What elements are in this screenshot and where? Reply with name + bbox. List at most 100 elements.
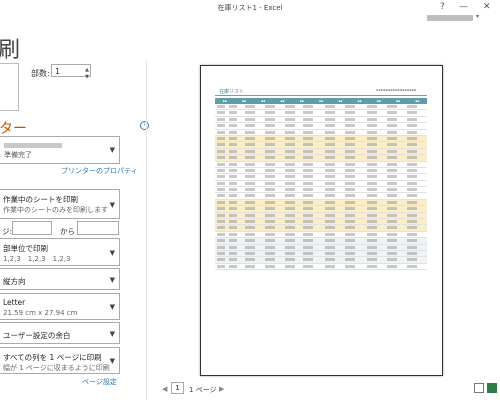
sheet-cell bbox=[407, 162, 417, 166]
help-button[interactable]: ? bbox=[440, 2, 445, 12]
sheet-cell bbox=[217, 232, 225, 236]
sheet-cell bbox=[345, 226, 355, 230]
sheet-cell bbox=[407, 188, 417, 192]
sheet-cell bbox=[387, 245, 397, 249]
sheet-cell bbox=[265, 258, 275, 262]
sheet-cell bbox=[303, 232, 313, 236]
sheet-cell bbox=[367, 200, 377, 204]
sheet-cell bbox=[303, 168, 313, 172]
sheet-cell bbox=[303, 251, 313, 255]
sheet-cell bbox=[345, 188, 355, 192]
sheet-cell bbox=[387, 105, 397, 108]
sheet-cell bbox=[303, 117, 313, 121]
sheet-cell bbox=[217, 130, 225, 134]
sheet-cell bbox=[217, 226, 225, 230]
sheet-cell bbox=[387, 111, 397, 115]
sheet-cell bbox=[229, 251, 237, 255]
sheet-cell bbox=[245, 143, 255, 147]
sheet-cell bbox=[325, 194, 335, 198]
sheet-cell bbox=[217, 264, 225, 268]
sheet-cell bbox=[229, 232, 237, 236]
sheet-cell bbox=[265, 181, 275, 185]
sheet-cell bbox=[229, 181, 237, 185]
sheet-cell bbox=[229, 258, 237, 262]
sheet-cell bbox=[245, 207, 255, 211]
sheet-cell bbox=[265, 232, 275, 236]
sheet-cell bbox=[265, 226, 275, 230]
paper-size-dropdown[interactable]: Letter 21.59 cm x 27.94 cm ▼ bbox=[0, 293, 120, 320]
sheet-cell bbox=[387, 213, 397, 217]
setting-secondary: 1,2,3 1,2,3 1,2,3 bbox=[3, 255, 71, 263]
info-icon[interactable]: i bbox=[140, 121, 149, 130]
sheet-cell bbox=[285, 207, 295, 211]
copies-value: 1 bbox=[55, 67, 61, 76]
zoom-to-page-icon[interactable] bbox=[487, 383, 497, 393]
minimize-button[interactable]: — bbox=[459, 2, 468, 12]
sheet-cell bbox=[229, 188, 237, 192]
print-what-dropdown[interactable]: 作業中のシートを印刷 作業中のシートのみを印刷します ▼ bbox=[0, 189, 120, 219]
sheet-cell bbox=[345, 124, 355, 128]
printer-name-blurred bbox=[4, 143, 62, 148]
sheet-cell bbox=[217, 124, 225, 128]
sheet-cell bbox=[217, 105, 225, 108]
sheet-cell bbox=[217, 136, 225, 140]
setting-primary: 部単位で印刷 bbox=[3, 244, 48, 253]
setting-primary: すべての列を 1 ページに印刷 bbox=[3, 353, 102, 362]
sheet-cell bbox=[407, 245, 417, 249]
chevron-down-icon[interactable]: ▾ bbox=[476, 13, 479, 20]
printer-properties-link[interactable]: プリンターのプロパティ bbox=[61, 166, 138, 176]
sheet-cell bbox=[245, 213, 255, 217]
current-page-input[interactable]: 1 bbox=[171, 382, 184, 394]
sheet-cell bbox=[345, 143, 355, 147]
scaling-dropdown[interactable]: すべての列を 1 ページに印刷 幅が 1 ページに収まるように印刷 ▼ bbox=[0, 347, 120, 374]
print-button[interactable] bbox=[0, 63, 19, 111]
sheet-cell bbox=[303, 245, 313, 249]
sheet-cell bbox=[345, 258, 355, 262]
spin-down-icon[interactable]: ▼ bbox=[85, 71, 89, 84]
user-account-blurred[interactable] bbox=[427, 15, 473, 21]
copies-stepper[interactable]: 1 ▲ ▼ bbox=[51, 64, 91, 80]
sheet-cell bbox=[345, 181, 355, 185]
sheet-cell bbox=[303, 207, 313, 211]
sheet-cell bbox=[217, 258, 225, 262]
pages-from-input[interactable] bbox=[12, 221, 52, 235]
sheet-title: 在庫リスト bbox=[219, 89, 245, 95]
sheet-cell bbox=[367, 194, 377, 198]
next-page-icon[interactable]: ▶ bbox=[219, 385, 224, 393]
sheet-cell bbox=[265, 162, 275, 166]
close-button[interactable]: ✕ bbox=[483, 2, 491, 12]
sheet-cell bbox=[245, 149, 255, 153]
page-setup-link[interactable]: ページ設定 bbox=[82, 377, 117, 387]
margins-dropdown[interactable]: ユーザー設定の余白 ▼ bbox=[0, 322, 120, 344]
sheet-cell bbox=[285, 264, 295, 268]
show-margins-icon[interactable] bbox=[474, 383, 484, 393]
sheet-cell bbox=[229, 143, 237, 147]
sheet-cell bbox=[217, 239, 225, 243]
orientation-dropdown[interactable]: 縦方向 ▼ bbox=[0, 268, 120, 290]
panel-divider bbox=[146, 60, 147, 400]
setting-primary: 作業中のシートを印刷 bbox=[3, 195, 78, 204]
sheet-cell bbox=[367, 105, 377, 108]
sheet-cell bbox=[229, 207, 237, 211]
sheet-cell bbox=[387, 220, 397, 224]
setting-primary: Letter bbox=[3, 298, 26, 307]
printer-dropdown[interactable]: 準備完了 ▼ bbox=[0, 136, 120, 164]
sheet-cell bbox=[285, 181, 295, 185]
sheet-cell bbox=[407, 124, 417, 128]
title-bar: 在庫リスト1 - Excel ? — ✕ bbox=[0, 0, 500, 18]
sheet-cell bbox=[345, 232, 355, 236]
sheet-cell bbox=[387, 124, 397, 128]
sheet-cell bbox=[407, 111, 417, 115]
sheet-cell bbox=[325, 207, 335, 211]
pages-to-input[interactable] bbox=[77, 221, 119, 235]
sheet-cell bbox=[303, 105, 313, 108]
collate-dropdown[interactable]: 部単位で印刷 1,2,3 1,2,3 1,2,3 ▼ bbox=[0, 238, 120, 266]
sheet-cell bbox=[407, 226, 417, 230]
sheet-cell bbox=[325, 136, 335, 140]
sheet-cell bbox=[229, 124, 237, 128]
sheet-cell bbox=[217, 181, 225, 185]
sheet-cell bbox=[217, 220, 225, 224]
sheet-cell bbox=[265, 245, 275, 249]
prev-page-icon[interactable]: ◀ bbox=[162, 385, 167, 393]
sheet-cell bbox=[345, 213, 355, 217]
